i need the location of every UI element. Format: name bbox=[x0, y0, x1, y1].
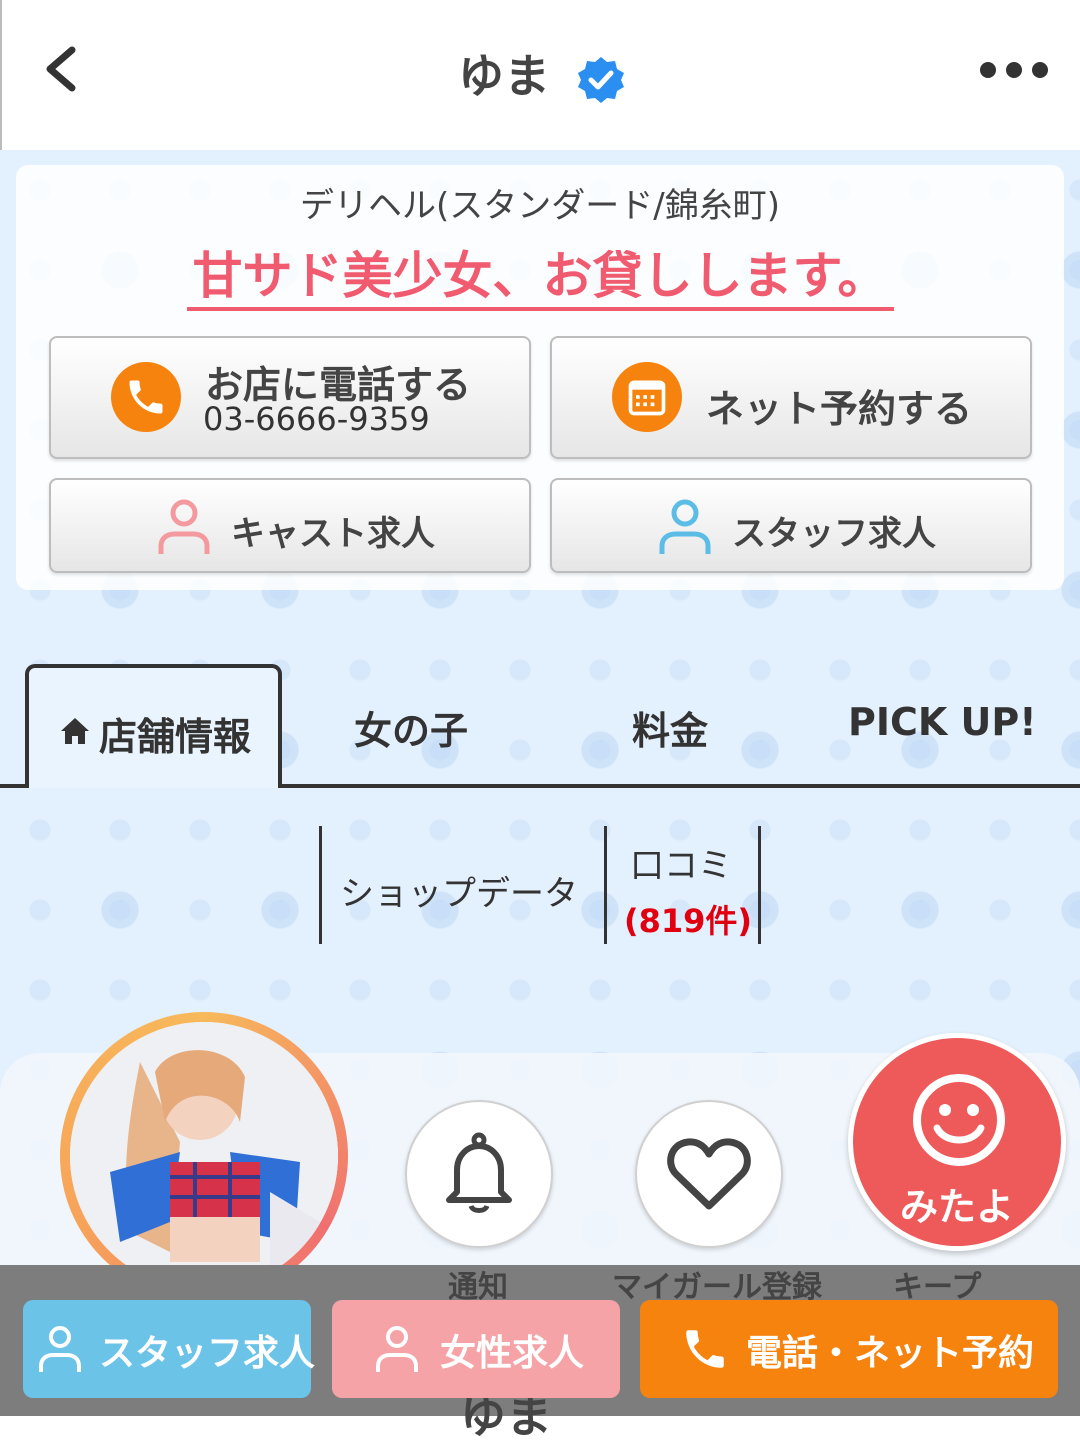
notify-button[interactable] bbox=[405, 1100, 553, 1248]
phone-icon bbox=[686, 1330, 724, 1368]
tab-shop-info[interactable]: 店舗情報 bbox=[25, 664, 282, 788]
bell-icon bbox=[446, 1132, 512, 1213]
tab-shop-info-label: 店舗情報 bbox=[99, 715, 252, 759]
tab-price[interactable]: 料金 bbox=[632, 700, 708, 755]
tab-pickup[interactable]: PICK UP! bbox=[848, 700, 1037, 744]
top-bar: ゆま bbox=[0, 0, 1080, 150]
call-shop-button[interactable]: お店に電話する 03-6666-9359 bbox=[49, 336, 531, 459]
call-net-reserve-cta-label: 電話・ネット予約 bbox=[746, 1333, 1035, 1374]
mygirl-button[interactable] bbox=[635, 1100, 783, 1248]
person-blue-icon bbox=[659, 499, 711, 554]
smile-icon bbox=[913, 1074, 1005, 1166]
tab-girls[interactable]: 女の子 bbox=[354, 700, 468, 755]
cast-recruit-label: キャスト求人 bbox=[231, 514, 435, 554]
women-recruit-cta-label: 女性求人 bbox=[440, 1333, 585, 1374]
page-title-wrap: ゆま bbox=[2, 40, 1080, 106]
page-title: ゆま bbox=[457, 49, 550, 103]
avatar[interactable] bbox=[60, 1012, 348, 1300]
more-dots-icon[interactable] bbox=[978, 58, 1050, 82]
subnav-divider bbox=[319, 826, 322, 944]
verified-badge-icon bbox=[578, 56, 624, 103]
phone-icon bbox=[111, 362, 181, 432]
mitayo-label: みたよ bbox=[899, 1185, 1014, 1229]
home-icon bbox=[61, 718, 89, 744]
reviews-link[interactable]: 口コミ bbox=[630, 838, 732, 887]
catchphrase-link[interactable]: 甘サド美少女、お貸しします。 bbox=[0, 236, 1080, 311]
subnav-divider bbox=[758, 826, 761, 944]
shop-phone-number: 03-6666-9359 bbox=[203, 400, 430, 438]
staff-recruit-label: スタッフ求人 bbox=[732, 514, 936, 554]
net-reserve-label: ネット予約する bbox=[706, 387, 973, 431]
shop-category: デリヘル(スタンダード/錦糸町) bbox=[300, 186, 780, 226]
staff-recruit-cta-label: スタッフ求人 bbox=[99, 1333, 316, 1374]
person-icon bbox=[39, 1326, 81, 1372]
avatar-photo bbox=[70, 1022, 338, 1290]
heart-icon bbox=[667, 1138, 751, 1210]
person-icon bbox=[376, 1326, 418, 1372]
person-pink-icon bbox=[158, 499, 210, 554]
catchphrase-text[interactable]: 甘サド美少女、お貸しします。 bbox=[186, 247, 894, 311]
cast-recruit-button[interactable]: キャスト求人 bbox=[49, 478, 531, 573]
mitayo-button[interactable]: みたよ bbox=[848, 1033, 1066, 1251]
women-recruit-cta[interactable]: 女性求人 bbox=[332, 1300, 620, 1398]
shop-data-link[interactable]: ショップデータ bbox=[340, 866, 578, 915]
calendar-icon bbox=[612, 362, 682, 432]
staff-recruit-cta[interactable]: スタッフ求人 bbox=[23, 1300, 315, 1398]
reviews-count[interactable]: (819件) bbox=[624, 896, 752, 942]
subnav-divider bbox=[604, 826, 607, 944]
call-net-reserve-cta[interactable]: 電話・ネット予約 bbox=[640, 1300, 1058, 1398]
net-reserve-button[interactable]: ネット予約する bbox=[550, 336, 1032, 459]
staff-recruit-button[interactable]: スタッフ求人 bbox=[550, 478, 1032, 573]
